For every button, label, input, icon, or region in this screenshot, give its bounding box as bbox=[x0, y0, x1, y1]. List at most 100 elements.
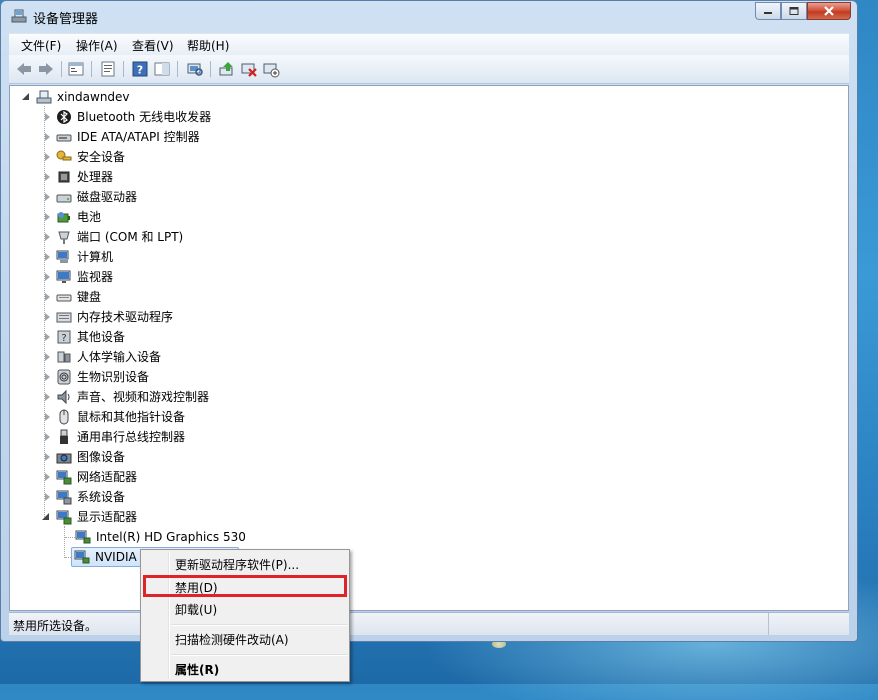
expand-arrow-icon[interactable] bbox=[45, 173, 50, 181]
expand-arrow-icon[interactable] bbox=[45, 253, 50, 261]
other-device-icon: ? bbox=[57, 330, 71, 344]
expand-arrow-icon[interactable] bbox=[45, 353, 50, 361]
expand-arrow-icon[interactable] bbox=[45, 493, 50, 501]
collapse-arrow-icon[interactable] bbox=[42, 513, 49, 520]
monitor-icon bbox=[56, 270, 71, 283]
view-toggle-icon[interactable] bbox=[153, 60, 171, 78]
tree-category-label: Bluetooth 无线电收发器 bbox=[77, 110, 212, 124]
menu-file[interactable]: 文件(F) bbox=[21, 37, 61, 54]
tree-category-row[interactable]: Bluetooth 无线电收发器 bbox=[10, 107, 410, 127]
expand-arrow-icon[interactable] bbox=[45, 193, 50, 201]
tree-category-label: 计算机 bbox=[77, 250, 114, 264]
help-icon[interactable]: ? bbox=[131, 60, 149, 78]
tree-category-row[interactable]: 网络适配器 bbox=[10, 467, 410, 487]
close-button[interactable] bbox=[807, 2, 851, 20]
tree-category-row[interactable]: 电池 bbox=[10, 207, 410, 227]
menu-action[interactable]: 操作(A) bbox=[76, 37, 118, 54]
svg-text:?: ? bbox=[137, 64, 143, 77]
tree-category-row[interactable]: 安全设备 bbox=[10, 147, 410, 167]
tree-category-row[interactable]: 计算机 bbox=[10, 247, 410, 267]
tree-leaf-intel[interactable]: Intel(R) HD Graphics 530 bbox=[10, 527, 410, 547]
computer-icon bbox=[56, 250, 69, 263]
back-arrow-icon[interactable] bbox=[15, 60, 33, 78]
menu-scan-hardware[interactable]: 扫描检测硬件改动(A) bbox=[175, 631, 289, 648]
device-tree[interactable]: xindawndev Bluetooth 无线电收发器 IDE ATA/ATAPI… bbox=[9, 85, 849, 611]
tree-category-row[interactable]: 图像设备 bbox=[10, 447, 410, 467]
properties-icon[interactable] bbox=[99, 60, 117, 78]
device-manager-icon bbox=[11, 9, 27, 23]
tree-category-label: 监视器 bbox=[77, 270, 114, 284]
keyboard-icon bbox=[56, 294, 72, 302]
disable-device-icon[interactable] bbox=[262, 60, 280, 78]
tree-category-row[interactable]: 内存技术驱动程序 bbox=[10, 307, 410, 327]
expand-arrow-icon[interactable] bbox=[45, 433, 50, 441]
expand-arrow-icon[interactable] bbox=[45, 233, 50, 241]
title-bar[interactable]: 设备管理器 bbox=[1, 1, 857, 31]
computer-root-icon bbox=[36, 90, 52, 104]
close-icon bbox=[824, 6, 834, 16]
fingerprint-icon bbox=[57, 369, 71, 385]
tree-category-row[interactable]: 人体学输入设备 bbox=[10, 347, 410, 367]
tree-category-row[interactable]: IDE ATA/ATAPI 控制器 bbox=[10, 127, 410, 147]
context-menu: 更新驱动程序软件(P)... 禁用(D) 卸载(U) 扫描检测硬件改动(A) 属… bbox=[140, 549, 350, 682]
tree-category-label: 通用串行总线控制器 bbox=[77, 430, 186, 444]
minimize-button[interactable] bbox=[755, 2, 781, 20]
maximize-button[interactable] bbox=[781, 2, 807, 20]
system-device-icon bbox=[56, 490, 72, 505]
expand-arrow-icon[interactable] bbox=[45, 273, 50, 281]
menu-properties[interactable]: 属性(R) bbox=[175, 661, 219, 678]
tree-category-row[interactable]: 键盘 bbox=[10, 287, 410, 307]
tree-category-row[interactable]: 生物识别设备 bbox=[10, 367, 410, 387]
expand-arrow-icon[interactable] bbox=[45, 213, 50, 221]
toolbar-separator bbox=[91, 61, 92, 77]
tree-category-row[interactable]: 磁盘驱动器 bbox=[10, 187, 410, 207]
expand-arrow-icon[interactable] bbox=[45, 393, 50, 401]
expand-arrow-icon[interactable] bbox=[45, 453, 50, 461]
tree-category-row[interactable]: 处理器 bbox=[10, 167, 410, 187]
window-title: 设备管理器 bbox=[33, 12, 99, 27]
menu-view[interactable]: 查看(V) bbox=[132, 37, 174, 54]
hid-icon bbox=[57, 351, 71, 363]
expand-arrow-icon[interactable] bbox=[45, 373, 50, 381]
usb-icon bbox=[60, 429, 68, 444]
expand-arrow-icon[interactable] bbox=[45, 413, 50, 421]
display-adapter-icon bbox=[75, 530, 91, 544]
mouse-icon bbox=[59, 409, 69, 425]
scan-hardware-icon[interactable] bbox=[186, 60, 204, 78]
maximize-icon bbox=[789, 7, 799, 15]
menu-update-driver[interactable]: 更新驱动程序软件(P)... bbox=[175, 556, 299, 573]
uninstall-device-icon[interactable] bbox=[240, 60, 258, 78]
tree-view-icon[interactable] bbox=[67, 60, 85, 78]
expand-arrow-icon[interactable] bbox=[45, 293, 50, 301]
expand-arrow-icon[interactable] bbox=[45, 333, 50, 341]
tree-category-row[interactable]: 端口 (COM 和 LPT) bbox=[10, 227, 410, 247]
tree-leaf-label: Intel(R) HD Graphics 530 bbox=[96, 530, 246, 544]
tree-category-row[interactable]: 显示适配器 bbox=[10, 507, 410, 527]
tree-category-row[interactable]: 鼠标和其他指针设备 bbox=[10, 407, 410, 427]
collapse-arrow-icon[interactable] bbox=[22, 93, 29, 100]
menu-disable[interactable]: 禁用(D) bbox=[175, 579, 218, 596]
network-adapter-icon bbox=[56, 470, 72, 485]
menu-uninstall[interactable]: 卸载(U) bbox=[175, 601, 217, 618]
tree-category-row[interactable]: ? 其他设备 bbox=[10, 327, 410, 347]
tree-category-label: 其他设备 bbox=[77, 330, 126, 344]
tree-category-row[interactable]: 通用串行总线控制器 bbox=[10, 427, 410, 447]
display-adapter-icon bbox=[74, 550, 90, 564]
tree-category-row[interactable]: 监视器 bbox=[10, 267, 410, 287]
tree-root-row[interactable]: xindawndev bbox=[10, 87, 410, 107]
menu-help[interactable]: 帮助(H) bbox=[187, 37, 229, 54]
tree-category-label: 电池 bbox=[77, 210, 102, 224]
expand-arrow-icon[interactable] bbox=[45, 133, 50, 141]
tree-category-row[interactable]: 声音、视频和游戏控制器 bbox=[10, 387, 410, 407]
expand-arrow-icon[interactable] bbox=[45, 473, 50, 481]
expand-arrow-icon[interactable] bbox=[45, 153, 50, 161]
tree-category-row[interactable]: 系统设备 bbox=[10, 487, 410, 507]
update-driver-icon[interactable] bbox=[218, 60, 236, 78]
tree-leaf-label: NVIDIA bbox=[95, 550, 137, 564]
forward-arrow-icon[interactable] bbox=[37, 60, 55, 78]
port-icon bbox=[58, 231, 70, 244]
tree-category-label: 显示适配器 bbox=[77, 510, 138, 524]
expand-arrow-icon[interactable] bbox=[45, 113, 50, 121]
expand-arrow-icon[interactable] bbox=[45, 313, 50, 321]
context-menu-gutter bbox=[168, 552, 170, 679]
